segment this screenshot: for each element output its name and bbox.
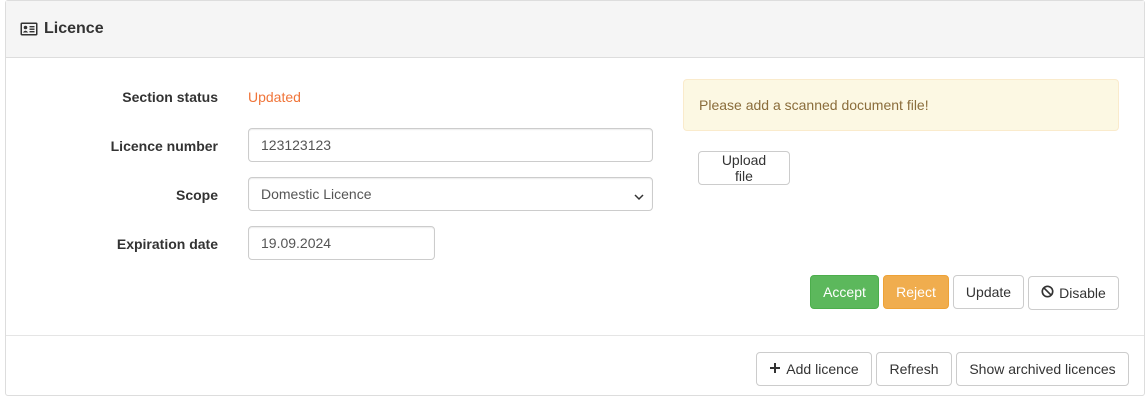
panel-title: Licence [44,20,104,37]
expiration-date-input[interactable]: 19.09.2024 [248,226,435,260]
show-archived-licences-button[interactable]: Show archived licences [956,352,1129,386]
update-button[interactable]: Update [953,275,1024,309]
licence-number-input[interactable]: 123123123 [248,128,653,162]
section-status-label: Section status [122,89,218,105]
chevron-down-icon [634,189,644,201]
licence-number-label: Licence number [110,138,218,154]
expiration-date-value: 19.09.2024 [261,235,332,251]
id-card-icon [20,22,38,36]
add-licence-button[interactable]: Add licence [756,352,872,386]
add-licence-label: Add licence [786,361,859,377]
plus-icon [769,361,781,377]
footer-divider [6,335,1144,336]
refresh-button[interactable]: Refresh [876,352,952,386]
expiration-date-label: Expiration date [116,236,218,252]
panel-heading: Licence [6,1,1144,58]
section-status-value: Updated [248,89,301,105]
missing-document-alert: Please add a scanned document file! [683,79,1119,131]
licence-number-value: 123123123 [261,137,332,153]
licence-panel: Licence Section status Updated Licence n… [5,0,1145,396]
accept-button[interactable]: Accept [810,275,879,309]
alert-text: Please add a scanned document file! [699,97,929,113]
scope-selected-value: Domestic Licence [261,186,372,202]
reject-button[interactable]: Reject [883,275,949,309]
upload-file-button[interactable]: Upload file [698,151,790,185]
disable-button[interactable]: Disable [1028,276,1119,310]
scope-select[interactable]: Domestic Licence [248,177,653,211]
disable-label: Disable [1059,285,1106,301]
scope-label: Scope [175,187,218,203]
ban-icon [1041,285,1054,301]
